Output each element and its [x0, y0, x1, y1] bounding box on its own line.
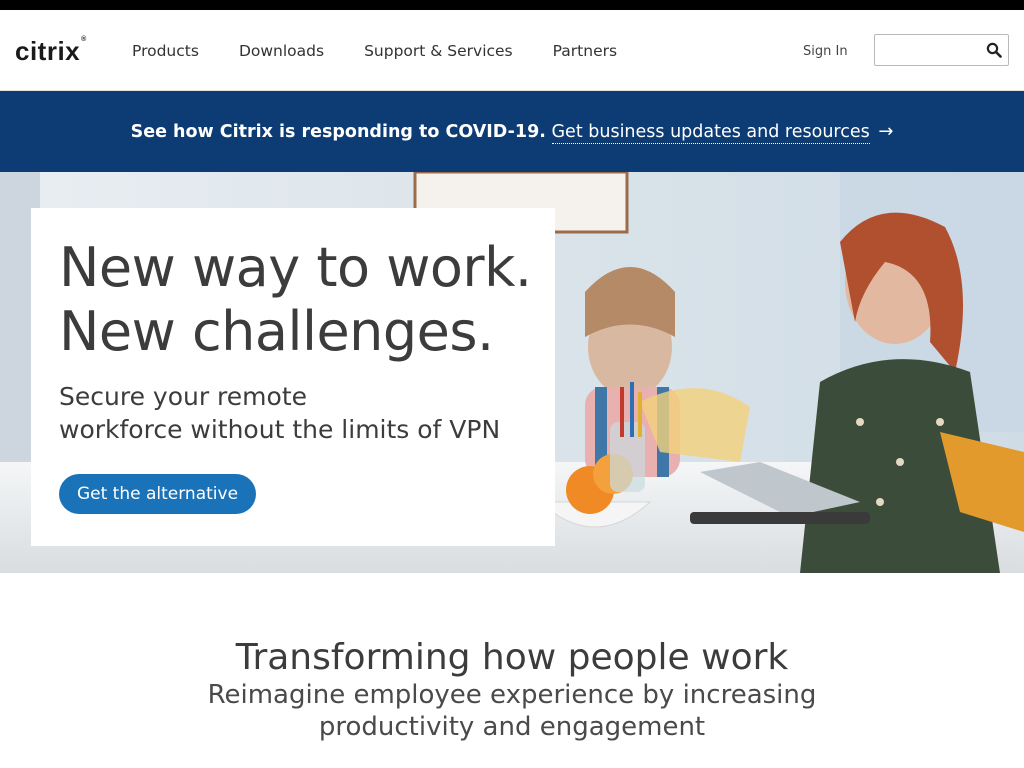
nav-item-support-services[interactable]: Support & Services [364, 42, 513, 60]
section-subtitle: Reimagine employee experience by increas… [207, 680, 817, 742]
get-alternative-button[interactable]: Get the alternative [59, 474, 256, 514]
logo-text: citrix [15, 36, 81, 66]
covid-banner: See how Citrix is responding to COVID-19… [0, 91, 1024, 172]
top-strip [0, 0, 1024, 10]
main-nav: Products Downloads Support & Services Pa… [132, 42, 657, 60]
nav-item-downloads[interactable]: Downloads [239, 42, 324, 60]
nav-item-products[interactable]: Products [132, 42, 199, 60]
hero-subtitle-line-1: Secure your remote [59, 382, 307, 411]
search-input[interactable] [875, 35, 979, 65]
site-header: citrix® Products Downloads Support & Ser… [0, 10, 1024, 91]
hero-card: New way to work. New challenges. Secure … [31, 208, 555, 546]
banner-link[interactable]: Get business updates and resources [551, 122, 870, 144]
hero-subtitle-line-2: workforce without the limits of VPN [59, 415, 501, 444]
arrow-right-icon[interactable]: → [878, 121, 893, 142]
citrix-logo[interactable]: citrix® [15, 36, 87, 67]
banner-text: See how Citrix is responding to COVID-19… [130, 122, 546, 142]
hero-title-line-1: New way to work. [59, 236, 532, 299]
sign-in-link[interactable]: Sign In [803, 44, 848, 59]
search-icon[interactable] [986, 42, 1002, 58]
hero-subtitle: Secure your remote workforce without the… [59, 380, 539, 446]
logo-registered-mark: ® [81, 36, 87, 43]
search-box [874, 34, 1009, 66]
nav-item-partners[interactable]: Partners [553, 42, 617, 60]
hero-title-line-2: New challenges. [59, 300, 494, 363]
hero-title: New way to work. New challenges. [59, 236, 549, 364]
section-title: Transforming how people work [235, 637, 789, 678]
hero: New way to work. New challenges. Secure … [0, 172, 1024, 573]
